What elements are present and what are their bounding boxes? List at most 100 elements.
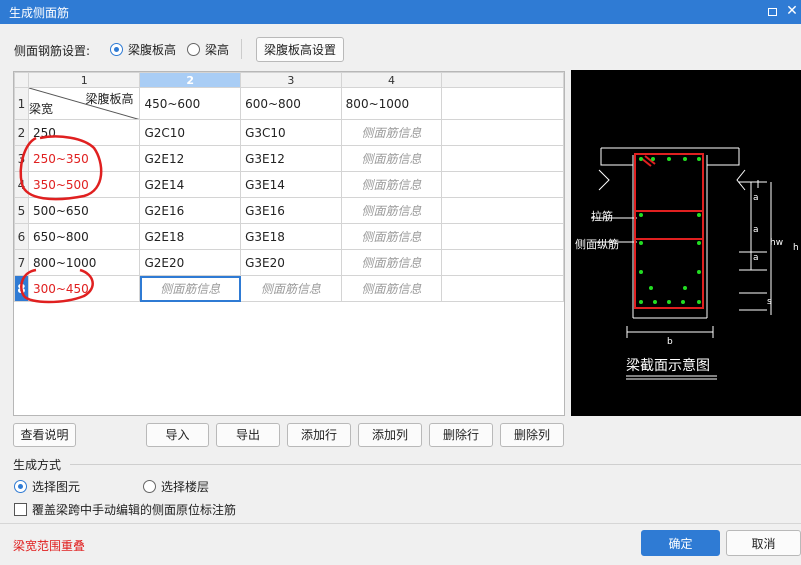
rebar-cell[interactable]: G3E14: [240, 171, 342, 198]
rebar-cell[interactable]: 侧面筋信息: [340, 119, 443, 146]
table-row: 1 梁腹板高 梁宽 450~600 600~800 800~1000: [14, 87, 564, 120]
beam-section-preview: 拉筋 侧面纵筋 a a a hw h s b 梁截面示意图: [571, 70, 801, 416]
corner-cell[interactable]: [14, 72, 29, 88]
side-rebar-setting-row: 侧面钢筋设置: 梁腹板高 梁高 梁腹板高设置: [0, 30, 801, 66]
column-header[interactable]: 450~600: [139, 87, 242, 120]
corner-header-cell[interactable]: 梁腹板高 梁宽: [27, 87, 141, 120]
rebar-cell[interactable]: G3C10: [240, 119, 342, 146]
column-number[interactable]: 2: [139, 72, 242, 88]
rebar-cell[interactable]: G3E20: [240, 249, 342, 276]
beam-width-cell[interactable]: 250: [27, 119, 141, 146]
add-column-button[interactable]: 添加列: [358, 423, 422, 447]
rebar-cell[interactable]: G2E12: [139, 145, 242, 172]
table-row: 8 300~450 侧面筋信息 侧面筋信息 侧面筋信息: [14, 275, 564, 302]
add-row-button[interactable]: 添加行: [287, 423, 351, 447]
import-button[interactable]: 导入: [146, 423, 209, 447]
tie-bar-label: 拉筋: [591, 209, 613, 223]
delete-column-button[interactable]: 删除列: [500, 423, 564, 447]
table-row: 3 250~350 G2E12 G3E12 侧面筋信息: [14, 145, 564, 172]
beam-width-cell[interactable]: 650~800: [27, 223, 141, 250]
column-header[interactable]: 600~800: [240, 87, 342, 120]
rebar-cell[interactable]: G2E20: [139, 249, 242, 276]
table-row: 4 350~500 G2E14 G3E14 侧面筋信息: [14, 171, 564, 198]
rebar-cell[interactable]: G2C10: [139, 119, 242, 146]
radio-unselected-icon: [187, 43, 200, 56]
empty-cell: [441, 249, 564, 276]
rebar-cell[interactable]: G2E18: [139, 223, 242, 250]
override-checkbox-label: 覆盖梁跨中手动编辑的侧面原位标注筋: [32, 503, 237, 517]
row-number[interactable]: 3: [14, 145, 29, 172]
table-row: 7 800~1000 G2E20 G3E20 侧面筋信息: [14, 249, 564, 276]
row-number[interactable]: 6: [14, 223, 29, 250]
close-icon[interactable]: ✕: [784, 3, 800, 19]
empty-cell: [441, 275, 564, 302]
row-number[interactable]: 8: [14, 275, 29, 302]
radio-web-height[interactable]: 梁腹板高: [110, 41, 176, 58]
empty-cell: [441, 119, 564, 146]
maximize-icon[interactable]: [765, 4, 779, 18]
column-number-row: 1 2 3 4: [14, 72, 564, 88]
empty-cell: [441, 145, 564, 172]
table-row: 6 650~800 G2E18 G3E18 侧面筋信息: [14, 223, 564, 250]
side-rebar-setting-label: 侧面钢筋设置:: [14, 44, 91, 58]
row-number[interactable]: 1: [14, 87, 29, 120]
radio-web-height-label: 梁腹板高: [128, 43, 177, 57]
beam-width-cell[interactable]: 250~350: [27, 145, 141, 172]
rebar-cell[interactable]: G2E14: [139, 171, 242, 198]
radio-select-elements[interactable]: 选择图元: [14, 478, 80, 495]
corner-beam-width-label: 梁宽: [28, 102, 53, 116]
export-button[interactable]: 导出: [216, 423, 280, 447]
separator: [241, 39, 242, 59]
radio-select-floors[interactable]: 选择楼层: [143, 478, 209, 495]
rebar-cell[interactable]: 侧面筋信息: [240, 275, 342, 302]
title-bar: 生成侧面筋 ✕: [0, 0, 801, 24]
rebar-cell[interactable]: G2E16: [139, 197, 242, 224]
empty-cell: [441, 197, 564, 224]
help-button[interactable]: 查看说明: [13, 423, 76, 447]
rebar-cell[interactable]: 侧面筋信息: [340, 145, 443, 172]
row-number[interactable]: 4: [14, 171, 29, 198]
beam-width-cell[interactable]: 800~1000: [27, 249, 141, 276]
beam-width-cell[interactable]: 500~650: [27, 197, 141, 224]
beam-width-cell[interactable]: 300~450: [27, 275, 141, 302]
corner-web-height-label: 梁腹板高: [85, 92, 134, 106]
empty-cell: [441, 171, 564, 198]
delete-row-button[interactable]: 删除行: [429, 423, 493, 447]
rebar-cell[interactable]: 侧面筋信息: [340, 275, 443, 302]
web-height-settings-button[interactable]: 梁腹板高设置: [256, 37, 344, 62]
radio-beam-height-label: 梁高: [205, 43, 230, 57]
column-header[interactable]: 800~1000: [340, 87, 443, 120]
empty-cell: [441, 223, 564, 250]
side-longitudinal-bar-label: 侧面纵筋: [575, 237, 619, 251]
radio-select-floors-label: 选择楼层: [161, 480, 210, 494]
rebar-cell[interactable]: 侧面筋信息: [340, 223, 443, 250]
rebar-cell[interactable]: 侧面筋信息: [340, 249, 443, 276]
override-checkbox[interactable]: 覆盖梁跨中手动编辑的侧面原位标注筋: [14, 501, 236, 518]
generate-method-title: 生成方式: [13, 458, 62, 472]
rebar-cell[interactable]: 侧面筋信息: [340, 171, 443, 198]
rebar-table: 1 2 3 4 1 梁腹板高 梁宽 450~600 600~800 800~10…: [13, 71, 565, 416]
column-number[interactable]: 4: [340, 72, 443, 88]
empty-cell: [441, 87, 564, 120]
rebar-cell[interactable]: 侧面筋信息: [340, 197, 443, 224]
radio-selected-icon: [110, 43, 123, 56]
radio-beam-height[interactable]: 梁高: [187, 41, 229, 58]
table-row: 2 250 G2C10 G3C10 侧面筋信息: [14, 119, 564, 146]
beam-width-cell[interactable]: 350~500: [27, 171, 141, 198]
ok-button[interactable]: 确定: [641, 530, 720, 556]
rebar-cell[interactable]: G3E18: [240, 223, 342, 250]
row-number[interactable]: 2: [14, 119, 29, 146]
cancel-button[interactable]: 取消: [726, 530, 801, 556]
row-number[interactable]: 7: [14, 249, 29, 276]
beam-section-diagram: 拉筋 侧面纵筋 a a a hw h s b 梁截面示意图: [575, 147, 799, 380]
rebar-cell[interactable]: G3E16: [240, 197, 342, 224]
column-number[interactable]: 3: [240, 72, 342, 88]
column-number[interactable]: 1: [27, 72, 141, 88]
dim-a-label: a: [753, 225, 759, 235]
section-caption: 梁截面示意图: [626, 357, 710, 374]
row-number[interactable]: 5: [14, 197, 29, 224]
rebar-cell[interactable]: G3E12: [240, 145, 342, 172]
rebar-cell-selected[interactable]: 侧面筋信息: [139, 275, 242, 302]
checkbox-icon[interactable]: [14, 503, 27, 516]
dim-b-label: b: [667, 337, 673, 347]
